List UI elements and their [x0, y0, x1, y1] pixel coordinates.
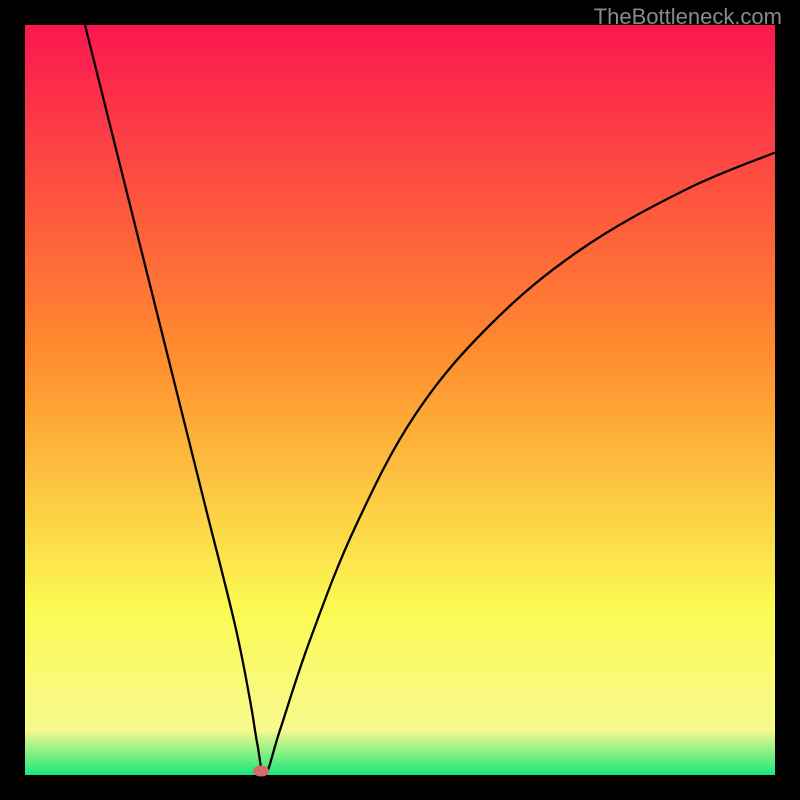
watermark-text: TheBottleneck.com — [594, 4, 782, 30]
plot-area — [25, 25, 775, 775]
optimum-marker — [253, 766, 269, 777]
bottleneck-curve — [25, 25, 775, 775]
